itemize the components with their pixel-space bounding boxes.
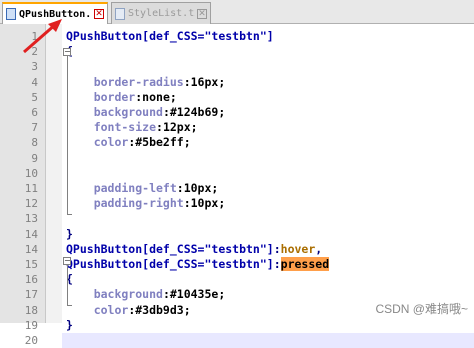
line-number: 17 (24, 288, 38, 302)
code-text: padding-right:10px; (66, 196, 226, 211)
tab-label: StyleList.txt (128, 8, 195, 19)
code-text: font-size:12px; (66, 120, 198, 135)
code-token: padding-left (66, 181, 177, 195)
file-icon (115, 7, 125, 20)
red-arrow-annotation (23, 19, 62, 54)
code-text: QPushButton[def_CSS="testbtn"] (66, 29, 274, 44)
current-line-highlight (62, 333, 474, 348)
code-line[interactable]: 7 font-size:12px; (0, 120, 474, 135)
code-line[interactable]: 15 QPushButton[def_CSS="testbtn"]:pressed (0, 257, 474, 272)
line-number: 10 (24, 166, 38, 180)
fold-toggle-icon[interactable]: − (63, 257, 71, 265)
code-token: color (66, 302, 129, 317)
close-icon[interactable]: ✕ (197, 8, 207, 19)
code-token: :10px; (183, 196, 226, 211)
code-line[interactable]: 3 (0, 59, 474, 74)
fold-end (67, 305, 72, 306)
fold-guide (67, 56, 68, 214)
code-token: QPushButton[def_CSS="testbtn"] (66, 241, 274, 256)
code-text: } (66, 318, 73, 333)
code-line[interactable]: 19} (0, 318, 474, 333)
code-line[interactable]: 14} (0, 227, 474, 242)
code-token: :none; (135, 89, 177, 104)
line-number: 3 (31, 60, 38, 74)
code-token: font-size (66, 120, 157, 135)
line-number: 19 (24, 318, 38, 332)
code-text: QPushButton[def_CSS="testbtn"]:pressed (66, 257, 330, 272)
code-token: , (315, 241, 323, 256)
code-token: :16px; (183, 74, 226, 89)
code-token: background (66, 105, 163, 119)
line-number: 14 (24, 227, 38, 241)
code-line[interactable]: 11 padding-left:10px; (0, 181, 474, 196)
code-token: } (66, 317, 73, 332)
code-token: :10px; (176, 181, 219, 195)
code-token: QPushButton[def_CSS="testbtn"] (66, 29, 274, 43)
line-number: 16 (24, 273, 38, 287)
code-token: : (273, 257, 281, 271)
code-token: : (273, 241, 281, 256)
fold-end (67, 214, 72, 215)
code-token: :12px; (156, 120, 198, 135)
code-token: :#10435e; (162, 287, 226, 302)
line-number: 15 (24, 258, 38, 271)
code-line[interactable]: 8 color:#5be2ff; (0, 135, 474, 150)
line-number: 4 (31, 75, 38, 89)
code-token: border-radius (66, 74, 184, 89)
code-text: background:#124b69; (66, 105, 226, 120)
line-number: 14 (24, 242, 38, 256)
line-number: 6 (31, 106, 38, 119)
watermark: CSDN @难搞哦~ (375, 302, 468, 316)
line-number: 20 (24, 334, 38, 347)
code-line[interactable]: 14 QPushButton[def_CSS="testbtn"]:hover, (0, 242, 474, 257)
code-token: :#124b69; (162, 105, 226, 119)
code-text: QPushButton[def_CSS="testbtn"]:hover, (66, 242, 322, 257)
tab-stylelist-txt[interactable]: StyleList.txt ✕ (111, 2, 211, 24)
code-text: border:none; (66, 90, 177, 105)
code-line[interactable]: 10 (0, 166, 474, 181)
code-token: color (66, 135, 129, 150)
line-number: 18 (24, 303, 38, 317)
code-token: QPushButton[def_CSS="testbtn"] (66, 257, 274, 271)
code-token: } (66, 226, 73, 241)
line-number: 5 (31, 90, 38, 104)
fold-guide (67, 265, 68, 305)
file-icon (6, 8, 16, 20)
line-number: 7 (31, 121, 38, 135)
code-text: color:#5be2ff; (66, 135, 191, 150)
line-number: 12 (24, 197, 38, 211)
code-line[interactable]: 6 background:#124b69; (0, 105, 474, 120)
line-number: 9 (31, 151, 38, 165)
line-number: 8 (31, 136, 38, 150)
highlighted-token: pressed (280, 257, 330, 271)
code-line[interactable]: 4 border-radius:16px; (0, 75, 474, 90)
code-token: border (66, 89, 136, 104)
code-token: background (66, 287, 163, 302)
close-icon[interactable]: ✕ (94, 9, 104, 19)
code-text: border-radius:16px; (66, 74, 226, 90)
code-line[interactable]: 16{ (0, 272, 474, 287)
code-token: :#3db9d3; (128, 302, 191, 317)
line-number: 11 (24, 182, 38, 195)
line-number: 13 (24, 212, 38, 226)
code-token: hover (280, 241, 316, 256)
code-line[interactable]: 20 (0, 333, 474, 348)
code-line[interactable]: 5 border:none; (0, 90, 474, 105)
code-text: padding-left:10px; (66, 181, 219, 196)
code-text: color:#3db9d3; (66, 303, 191, 318)
code-line[interactable]: 9 (0, 151, 474, 166)
code-line[interactable]: 12 padding-right:10px; (0, 196, 474, 211)
code-text: background:#10435e; (66, 287, 226, 302)
code-token: padding-right (66, 196, 184, 211)
code-text: } (66, 227, 73, 242)
code-token: :#5be2ff; (128, 135, 191, 150)
